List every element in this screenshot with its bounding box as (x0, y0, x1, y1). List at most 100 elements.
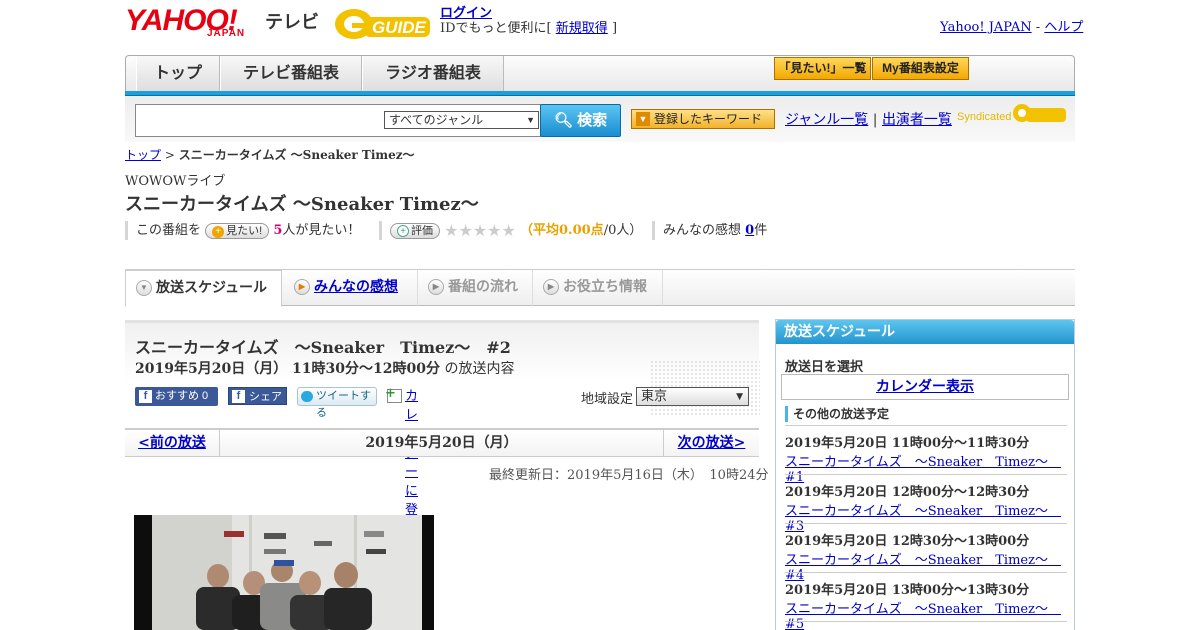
comments-segment: みんなの感想 0件 (652, 221, 767, 240)
twitter-bird-icon (301, 391, 313, 402)
top-links-separator: - (1035, 20, 1041, 35)
search-icon: 🔍︎ (553, 112, 573, 129)
tab-program-flow[interactable]: ▶ 番組の流れ (418, 270, 533, 306)
schedule-item-time: 2019年5月20日 12時00分～12時30分 (785, 485, 1030, 500)
facebook-icon: f (232, 390, 245, 403)
next-broadcast-link[interactable]: 次の放送> (678, 435, 746, 451)
facebook-share-label: シェア (249, 391, 282, 403)
calendar-view-button[interactable]: カレンダー表示 (781, 374, 1069, 400)
episode-time-suffix: の放送内容 (444, 361, 515, 377)
main-nav: トップ テレビ番組表 ラジオ番組表 「見たい!」一覧 My番組表設定 (125, 55, 1075, 91)
top-links: Yahoo! JAPAN - ヘルプ (940, 16, 1083, 35)
search-links-separator: | (872, 112, 878, 128)
login-box: ログイン IDでもっと便利に[ 新規取得 ] (440, 6, 617, 36)
select-date-label: 放送日を選択 (785, 360, 864, 375)
tab-everyone-comments[interactable]: ▶ みんなの感想 (284, 270, 418, 306)
chevron-down-icon: ▼ (136, 280, 152, 296)
calendar-view-link[interactable]: カレンダー表示 (876, 379, 974, 395)
mitai-button[interactable]: + 見たい! (205, 222, 270, 239)
breadcrumb: トップ > スニーカータイムズ ～Sneaker Timez～ (125, 146, 415, 163)
schedule-item: 2019年5月20日 12時30分～13時00分 スニーカータイムズ ～Snea… (785, 523, 1067, 583)
mitai-suffix: 人が見たい！ (282, 223, 361, 238)
facebook-share-button[interactable]: f シェア (228, 387, 287, 405)
id-text: IDでもっと便利に[ (440, 21, 552, 36)
search-links: ジャンル一覧 | 出演者一覧 (785, 109, 952, 129)
episode-time-value: 2019年5月20日（月） 11時30分～12時00分 (135, 361, 440, 377)
program-photo-graphic (134, 515, 434, 630)
registered-keyword-label: 登録したキーワード (654, 112, 763, 126)
episode-title: スニーカータイムズ ～Sneaker Timez～ #2 (135, 338, 511, 357)
facebook-icon: f (139, 390, 152, 403)
program-photo (134, 515, 434, 630)
nav-tab-tv-schedule[interactable]: テレビ番組表 (220, 56, 362, 91)
prev-broadcast-link[interactable]: <前の放送 (138, 435, 206, 451)
rate-button[interactable]: + 評価 (390, 222, 440, 239)
rate-button-label: 評価 (411, 224, 433, 237)
syndicated-label: Syndicated (957, 111, 1012, 123)
tv-label[interactable]: テレビ (265, 8, 319, 34)
mitai-prefix: この番組を (136, 223, 202, 238)
program-info-row: この番組を + 見たい! 5人が見たい！ + 評価 ★★★★★ （平均0.00点/0… (125, 221, 825, 241)
register-link[interactable]: 新規取得 (556, 21, 608, 36)
schedule-item: 2019年5月20日 13時00分～13時30分 スニーカータイムズ ～Snea… (785, 572, 1067, 630)
chevron-right-icon: ▶ (294, 279, 310, 295)
facebook-recommend-button[interactable]: f おすすめ 0 (135, 387, 218, 406)
gguide-logo-graphic: GUIDE (335, 9, 430, 39)
performer-list-link[interactable]: 出演者一覧 (882, 112, 952, 128)
other-schedule-heading: その他の放送予定 (785, 406, 889, 422)
breadcrumb-separator: > (164, 148, 175, 162)
yahoo-japan-label: JAPAN (207, 28, 246, 39)
rating-open-paren: （ (520, 223, 534, 238)
login-link[interactable]: ログイン (440, 6, 492, 21)
comments-suffix: 件 (754, 223, 768, 238)
mitai-segment: この番組を + 見たい! 5人が見たい！ (125, 221, 360, 240)
rating-segment: + 評価 ★★★★★ （平均0.00点/0人） (379, 221, 642, 240)
registered-keyword-button[interactable]: ▼ 登録したキーワード (631, 109, 775, 129)
mitai-list-button[interactable]: 「見たい!」一覧 (774, 57, 871, 80)
rating-stars: ★★★★★ (444, 221, 516, 240)
region-label: 地域設定 (581, 392, 634, 407)
chevron-down-icon: ▼ (736, 392, 743, 402)
chevron-right-icon: ▶ (428, 279, 444, 295)
tweet-button[interactable]: ツイートする (297, 387, 377, 419)
yahoo-japan-link[interactable]: Yahoo! JAPAN (940, 20, 1032, 35)
genre-select[interactable]: すべてのジャンル ▼ (384, 111, 539, 129)
chevron-right-icon: ▶ (543, 279, 559, 295)
region-select[interactable]: 東京 ▼ (636, 387, 749, 406)
comments-count-link[interactable]: 0 (745, 223, 754, 238)
channel-name: WOWOWライブ (125, 174, 226, 189)
help-link[interactable]: ヘルプ (1044, 20, 1083, 35)
schedule-item-partial (785, 621, 1067, 630)
schedule-item: 2019年5月20日 12時00分～12時30分 スニーカータイムズ ～Snea… (785, 474, 1067, 534)
breadcrumb-current: スニーカータイムズ ～Sneaker Timez～ (178, 148, 415, 162)
tab-label: 番組の流れ (448, 278, 518, 294)
syndicated-gguide-logo (1012, 102, 1068, 124)
genre-select-value: すべてのジャンル (389, 113, 484, 127)
gguide-logo[interactable]: GUIDE (334, 7, 434, 41)
search-button[interactable]: 🔍︎ 検索 (540, 104, 621, 137)
schedule-item-time: 2019年5月20日 11時00分～11時30分 (785, 436, 1030, 451)
tab-useful-info[interactable]: ▶ お役立ち情報 (533, 270, 663, 306)
calendar-add-icon (385, 384, 402, 403)
id-text-end: ] (611, 21, 618, 36)
rating-average: 平均0.00点 (533, 223, 604, 238)
gguide-small-icon (1013, 104, 1066, 122)
breadcrumb-top-link[interactable]: トップ (125, 148, 161, 162)
tab-label: 放送スケジュール (156, 279, 268, 295)
my-schedule-settings-button[interactable]: My番組表設定 (872, 57, 969, 80)
schedule-item: 2019年5月20日 11時00分～11時30分 スニーカータイムズ ～Snea… (785, 425, 1067, 485)
gguide-text: GUIDE (372, 18, 427, 37)
tab-broadcast-schedule[interactable]: ▼ 放送スケジュール (125, 270, 282, 307)
side-schedule-panel: 放送スケジュール 放送日を選択 カレンダー表示 その他の放送予定 2019年5月… (775, 319, 1075, 630)
schedule-item-time: 2019年5月20日 12時30分～13時00分 (785, 534, 1030, 549)
nav-tab-radio-schedule[interactable]: ラジオ番組表 (362, 56, 504, 91)
genre-list-link[interactable]: ジャンル一覧 (785, 112, 868, 128)
plus-icon: + (212, 225, 225, 238)
broadcast-pager: <前の放送 2019年5月20日（月） 次の放送> (125, 428, 759, 457)
plus-icon: + (397, 224, 409, 237)
triangle-down-icon: ▼ (636, 112, 650, 126)
tab-label: みんなの感想 (314, 278, 398, 294)
nav-tab-top[interactable]: トップ (136, 56, 220, 91)
pager-date: 2019年5月20日（月） (365, 435, 518, 451)
subtabs: ▼ 放送スケジュール ▶ みんなの感想 ▶ 番組の流れ ▶ お役立ち情報 (125, 270, 1075, 307)
